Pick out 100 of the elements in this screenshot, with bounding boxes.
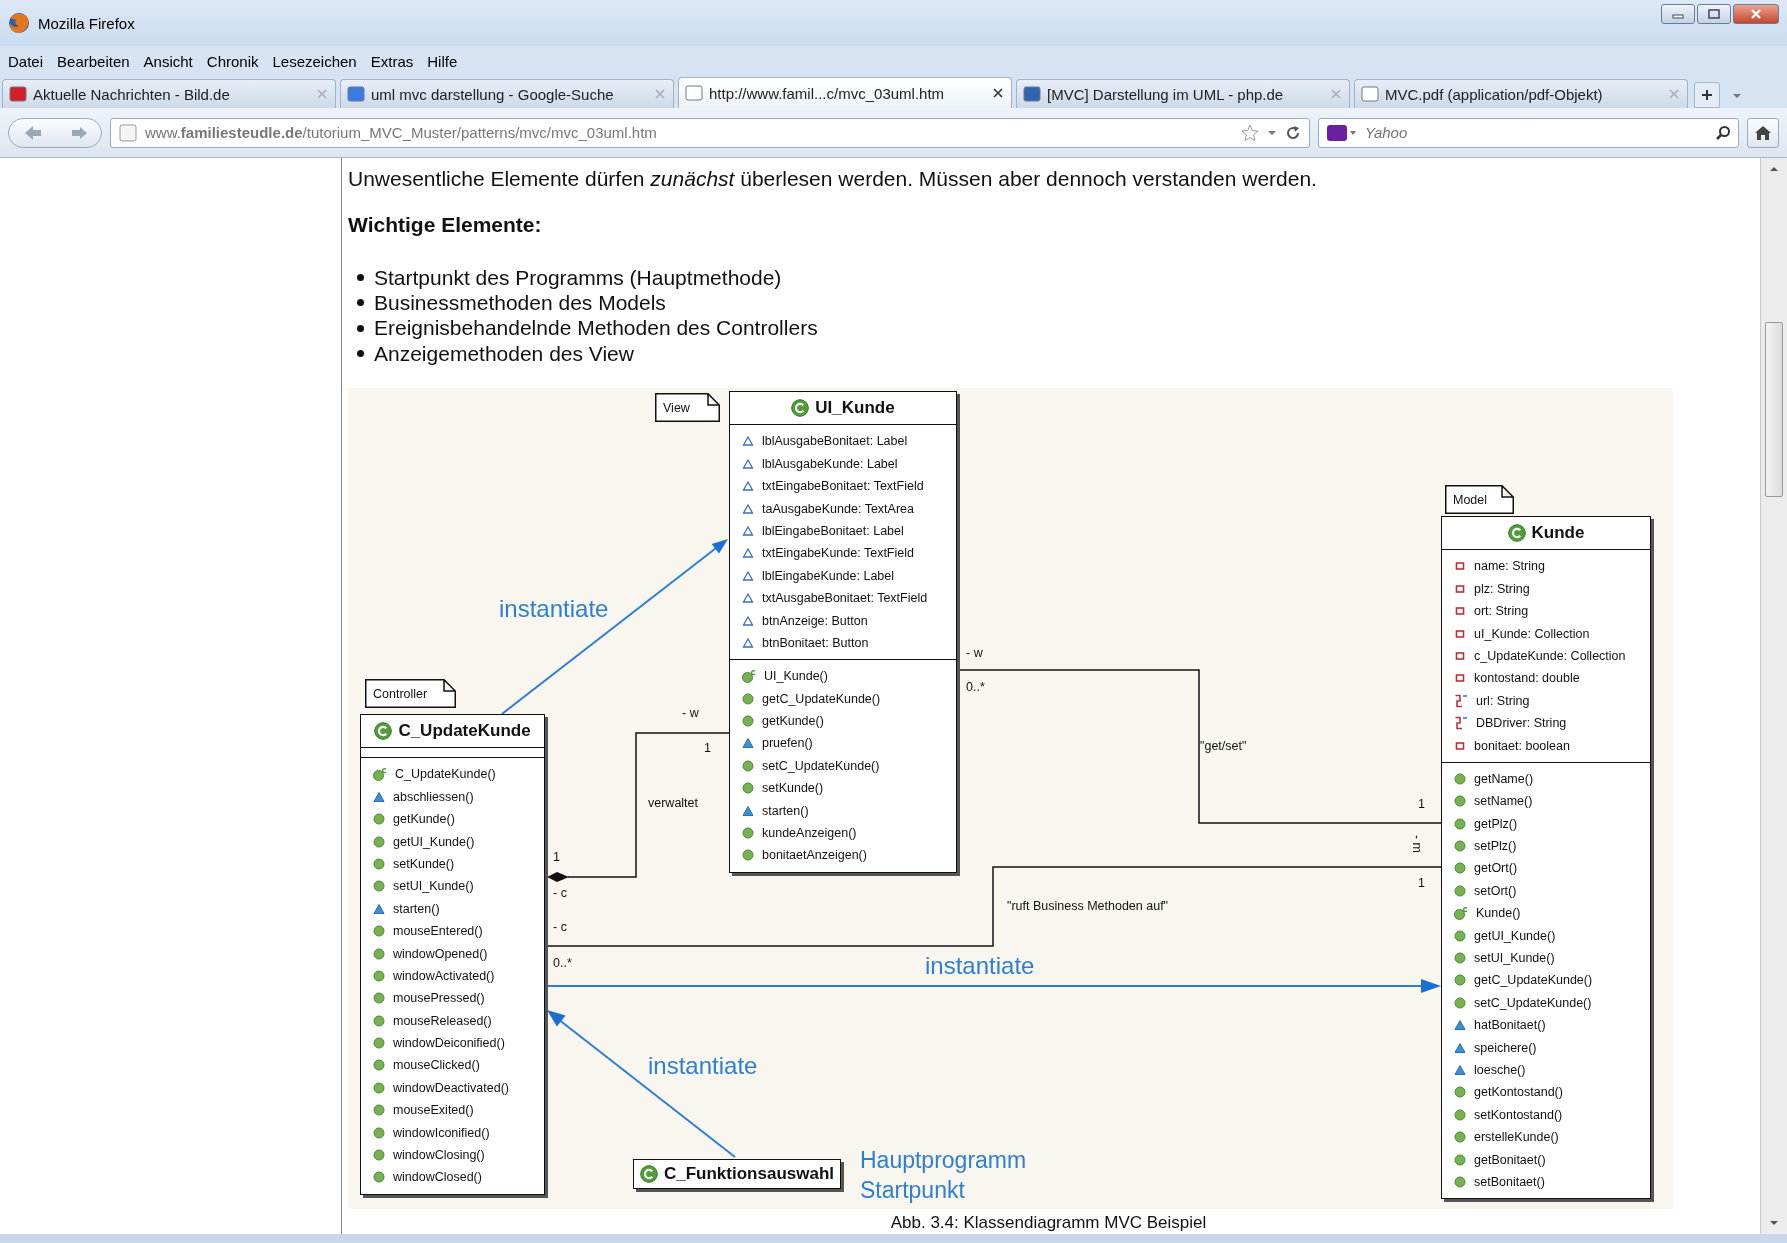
maximize-icon xyxy=(1708,9,1720,19)
browser-tab[interactable]: http://www.famil...c/mvc_03uml.htm xyxy=(678,77,1012,108)
connector-label: - w xyxy=(966,646,983,661)
method-text: windowDeactivated() xyxy=(393,1080,510,1095)
list-item: Ereignisbehandelnde Methoden des Controllers xyxy=(374,316,818,341)
menu-item[interactable]: Ansicht xyxy=(143,52,193,70)
method-text: hatBonitaet() xyxy=(1474,1018,1546,1033)
method-text: setUI_Kunde() xyxy=(1474,951,1555,965)
circle-icon xyxy=(1454,1086,1466,1099)
favicon-icon xyxy=(1023,85,1041,103)
arrow-label: instantiate xyxy=(499,595,609,624)
menu-item[interactable]: Lesezeichen xyxy=(272,52,357,70)
method-text: speichere() xyxy=(1474,1040,1537,1055)
star-icon[interactable] xyxy=(1241,123,1259,142)
method-text: setUI_Kunde() xyxy=(393,879,474,894)
browser-tab[interactable]: uml mvc darstellung - Google-Suche xyxy=(340,79,674,108)
method-text: erstelleKunde() xyxy=(1474,1130,1559,1145)
connector-label: 1 xyxy=(1418,876,1425,891)
home-button[interactable] xyxy=(1747,117,1779,148)
circle-icon xyxy=(742,692,754,705)
circle-icon xyxy=(742,782,754,795)
triangle-icon xyxy=(742,737,754,750)
section-heading: Wichtige Elemente: xyxy=(348,213,543,237)
bullet-icon xyxy=(357,350,364,358)
maximize-button[interactable] xyxy=(1697,4,1731,24)
field-icon xyxy=(1454,693,1468,708)
method-text: starten() xyxy=(762,803,809,818)
circle-icon xyxy=(742,827,754,839)
circle-icon xyxy=(373,1014,385,1027)
method-text: getUI_Kunde() xyxy=(393,834,475,849)
back-forward-button[interactable] xyxy=(8,117,102,148)
circle-icon xyxy=(1454,1108,1466,1121)
home-icon xyxy=(1754,124,1772,141)
class-icon xyxy=(640,1165,658,1184)
dropdown-icon[interactable] xyxy=(1732,92,1742,100)
square-icon xyxy=(1454,560,1466,573)
browser-logo-icon xyxy=(8,12,30,34)
class-icon xyxy=(791,399,810,418)
bullet-icon xyxy=(357,324,364,332)
constructor-icon xyxy=(1454,906,1468,921)
search-field[interactable]: Yahoo xyxy=(1318,117,1739,148)
close-button[interactable] xyxy=(1733,4,1779,24)
attribute-text: ort: String xyxy=(1474,604,1529,619)
menu-item[interactable]: Hilfe xyxy=(427,52,458,70)
triangle-icon xyxy=(373,790,385,803)
attribute-text: plz: String xyxy=(1474,581,1530,596)
circle-icon xyxy=(1454,1153,1466,1166)
dropdown-icon[interactable] xyxy=(1267,128,1277,137)
constructor-icon xyxy=(373,767,387,782)
close-icon[interactable] xyxy=(993,88,1003,98)
attribute-text: lblEingabeKunde: Label xyxy=(762,568,895,583)
reload-icon[interactable] xyxy=(1285,124,1301,141)
connector-label: 1 xyxy=(553,850,560,865)
browser-tab[interactable]: [MVC] Darstellung im UML - php.de xyxy=(1016,79,1350,108)
attribute-text: btnAnzeige: Button xyxy=(762,613,868,628)
favicon-icon xyxy=(9,85,27,103)
menu-item[interactable]: Chronik xyxy=(206,52,259,70)
method-text: setC_UpdateKunde() xyxy=(762,758,880,773)
method-text: Kunde() xyxy=(1476,906,1521,921)
connector-label: 0..* xyxy=(553,956,572,971)
connector-label: "get/set" xyxy=(1200,739,1247,754)
outlined-triangle-icon xyxy=(742,480,754,493)
menu-item[interactable]: Datei xyxy=(8,52,44,70)
attribute-text: name: String xyxy=(1474,559,1545,574)
attribute-text: c_UpdateKunde: Collection xyxy=(1474,648,1626,663)
scrollbar[interactable] xyxy=(1760,158,1787,1234)
package-note: View xyxy=(655,393,720,423)
circle-icon xyxy=(1454,974,1466,987)
method-text: starten() xyxy=(393,901,440,916)
browser-tab[interactable]: MVC.pdf (application/pdf-Objekt) xyxy=(1354,79,1688,108)
attribute-text: txtAusgabeBonitaet: TextField xyxy=(762,591,928,606)
class-icon xyxy=(374,722,393,741)
outlined-triangle-icon xyxy=(742,636,754,649)
menu-item[interactable]: Bearbeiten xyxy=(57,52,130,70)
scroll-up-icon[interactable] xyxy=(1769,166,1779,172)
circle-icon xyxy=(1454,929,1466,942)
method-text: abschliessen() xyxy=(393,789,474,804)
circle-icon xyxy=(373,813,385,826)
attribute-text: uI_Kunde: Collection xyxy=(1474,626,1590,641)
search-engine-icon[interactable] xyxy=(1326,123,1356,142)
connector-label: verwaltet xyxy=(648,796,699,811)
list-item: Startpunkt des Programms (Hauptmethode) xyxy=(374,265,782,290)
address-field[interactable]: www.familiesteudle.de/tutorium_MVC_Muster/patterns/mvc/mvc_03uml.htm xyxy=(110,117,1310,148)
method-text: setName() xyxy=(1474,794,1533,809)
circle-icon xyxy=(1454,817,1466,830)
outlined-triangle-icon xyxy=(742,524,754,537)
browser-tab[interactable]: Aktuelle Nachrichten - Bild.de xyxy=(2,79,336,108)
connector-label: - c xyxy=(553,920,567,935)
circle-icon xyxy=(373,1126,385,1139)
attribute-text: txtEingabeKunde: TextField xyxy=(762,546,914,561)
method-text: kundeAnzeigen() xyxy=(762,826,857,840)
tab-label: [MVC] Darstellung im UML - php.de xyxy=(1047,85,1285,103)
search-icon[interactable] xyxy=(1715,124,1731,141)
minimize-button[interactable] xyxy=(1661,4,1695,24)
attribute-text: kontostand: double xyxy=(1474,671,1580,686)
scroll-down-icon[interactable] xyxy=(1769,1220,1779,1226)
scroll-thumb[interactable] xyxy=(1765,322,1783,497)
new-tab-button[interactable] xyxy=(1694,82,1720,108)
menu-item[interactable]: Extras xyxy=(370,52,414,70)
method-text: mouseEntered() xyxy=(393,924,483,939)
